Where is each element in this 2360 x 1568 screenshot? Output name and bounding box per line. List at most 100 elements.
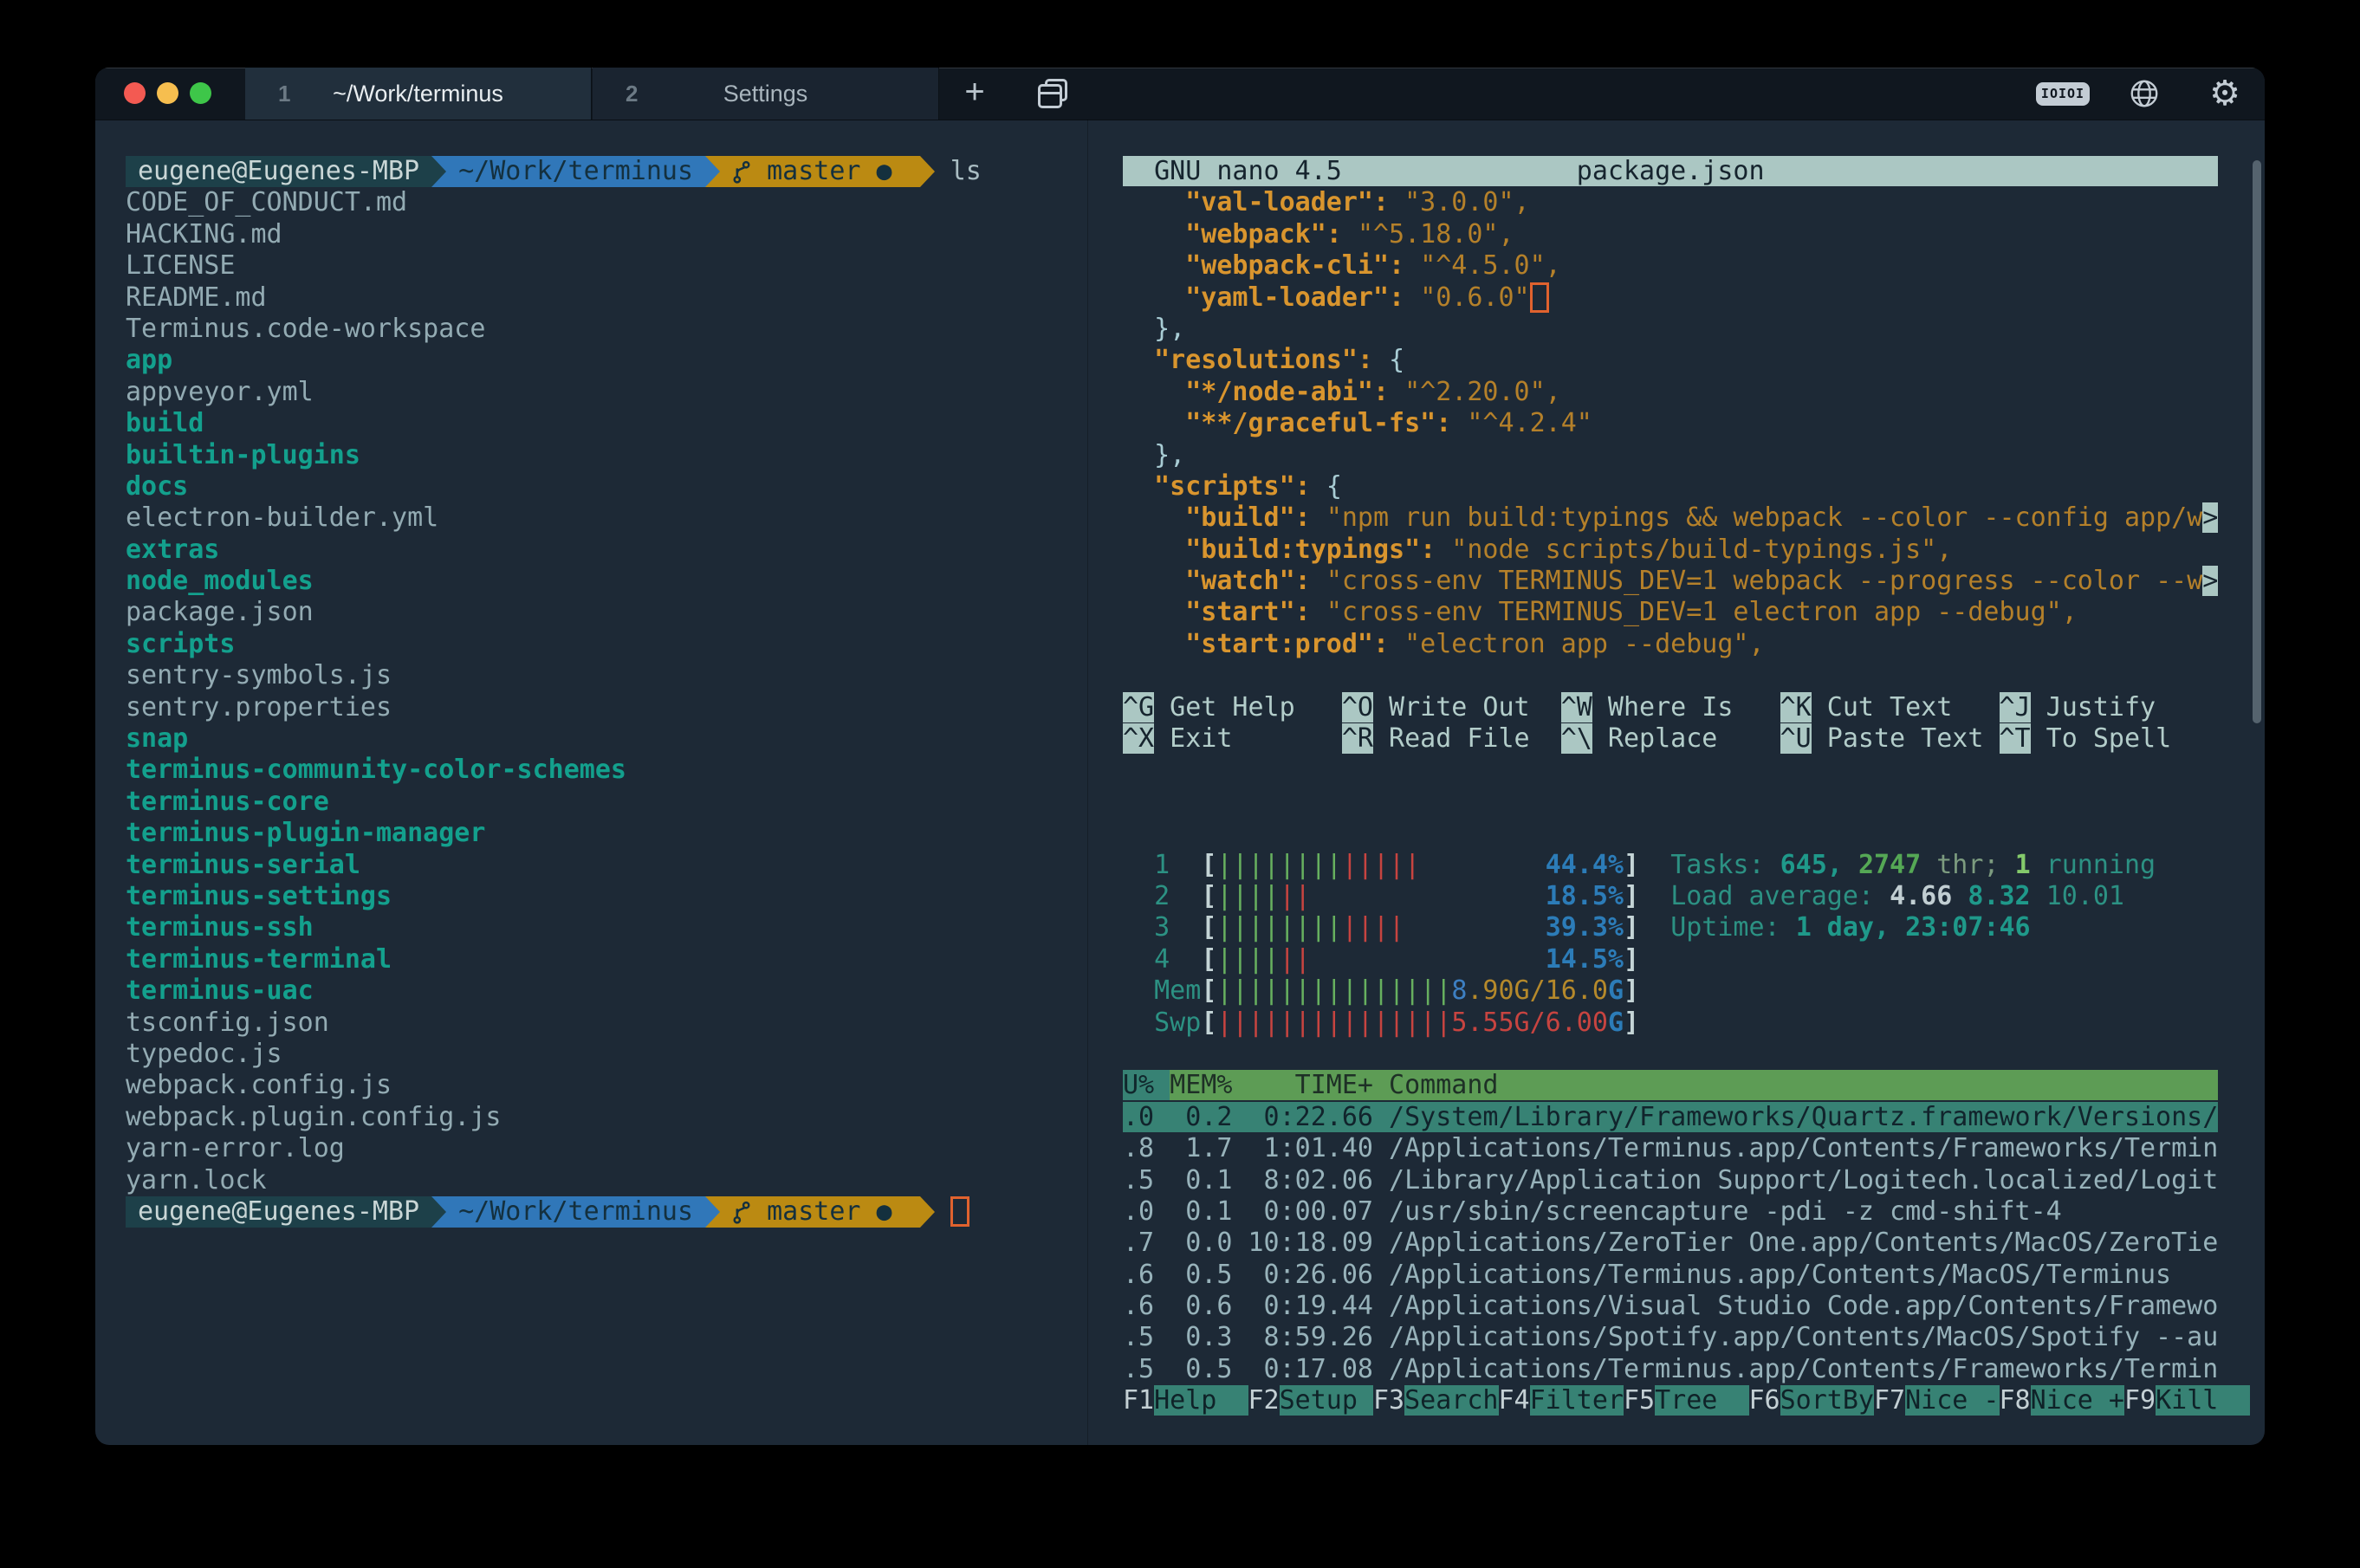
meter-bars: ||: [1280, 881, 1311, 911]
terminal-pane-left[interactable]: eugene@Eugenes-MBP~/Work/terminus master…: [95, 120, 1087, 1445]
nano-line: "resolutions": {: [1123, 345, 2265, 376]
scrollbar[interactable]: [2253, 160, 2261, 723]
file-item: webpack.plugin.config.js: [126, 1102, 1087, 1133]
file-name: terminus-terminal: [126, 944, 392, 975]
code-segment: "0.6.0": [1420, 282, 1529, 313]
fkey-label: Search: [1404, 1385, 1498, 1416]
globe-button[interactable]: [2128, 77, 2161, 110]
zoom-button[interactable]: [190, 82, 211, 104]
git-branch-icon: [732, 159, 751, 185]
tab-work-terminus[interactable]: 1 ~/Work/terminus: [245, 68, 592, 120]
meter-bars: ||||||||: [1216, 912, 1342, 943]
file-item: typedoc.js: [126, 1039, 1087, 1070]
file-name: webpack.plugin.config.js: [126, 1102, 501, 1132]
meter-bracket: ]: [1624, 975, 1639, 1006]
settings-button[interactable]: ⚙: [2206, 71, 2244, 116]
new-tab-button[interactable]: +: [956, 68, 994, 120]
dir-item: builtin-plugins: [126, 440, 1087, 471]
code-segment: [1123, 535, 1185, 565]
nano-line: "val-loader": "3.0.0",: [1123, 187, 2265, 218]
meter-label: Mem: [1123, 975, 1201, 1006]
code-segment: [1123, 566, 1185, 596]
fkey-label: Nice -: [1905, 1385, 1999, 1416]
code-segment: },: [1123, 314, 1185, 344]
nano-shortcut-key: ^K: [1780, 692, 1812, 722]
terminal-pane-right[interactable]: GNU nano 4.5 package.json "val-loader": …: [1087, 120, 2265, 1445]
code-segment: [1123, 502, 1185, 533]
file-item: yarn-error.log: [126, 1133, 1087, 1164]
tab-title: ~/Work/terminus: [245, 68, 591, 120]
code-segment: "val-loader":: [1185, 187, 1404, 217]
file-name: CODE_OF_CONDUCT.md: [126, 187, 407, 217]
code-segment: "yaml-loader":: [1185, 282, 1420, 313]
file-item: yarn.lock: [126, 1165, 1087, 1196]
tab-settings[interactable]: 2 Settings: [593, 68, 939, 120]
file-item: sentry-symbols.js: [126, 660, 1087, 691]
gap: [1639, 850, 1670, 880]
meter-bracket: [: [1201, 881, 1216, 911]
htop-info-segment: 8.32: [1968, 881, 2046, 911]
minimize-button[interactable]: [157, 82, 178, 104]
powerline-arrow: [705, 156, 720, 187]
meter-bars: ||||: [1216, 881, 1279, 911]
file-name: yarn.lock: [126, 1165, 267, 1195]
powerline-arrow: [920, 1196, 935, 1228]
process-row: .6 0.5 0:26.06 /Applications/Terminus.ap…: [1123, 1260, 2265, 1291]
serial-ports-button[interactable]: IOIOI: [2036, 82, 2090, 106]
dir-item: terminus-settings: [126, 881, 1087, 912]
blank-row: [1123, 818, 2265, 849]
code-segment: [1123, 597, 1185, 627]
close-button[interactable]: [124, 82, 146, 104]
nano-line: "watch": "cross-env TERMINUS_DEV=1 webpa…: [1123, 566, 2265, 597]
process-row: .7 0.0 10:18.09 /Applications/ZeroTier O…: [1123, 1228, 2265, 1259]
meter-gap: [1404, 912, 1546, 943]
meter-bracket: ]: [1624, 881, 1639, 911]
file-name: scripts: [126, 629, 235, 659]
code-segment: {: [1389, 345, 1404, 375]
htop-info-segment: Tasks:: [1670, 850, 1780, 880]
file-name: extras: [126, 535, 219, 565]
meter-bars: |||||||||||||||: [1216, 975, 1451, 1006]
nano-titlebar: GNU nano 4.5 package.json: [1123, 156, 2218, 186]
code-segment: "^2.20.0",: [1404, 377, 1561, 407]
titlebar: 1 ~/Work/terminus 2 Settings + IOIOI ⚙: [95, 68, 2265, 120]
prompt-line: eugene@Eugenes-MBP~/Work/terminus master…: [126, 156, 1087, 187]
globe-icon: [2128, 77, 2161, 110]
htop-info-segment: Load average:: [1670, 881, 1890, 911]
code-segment: [1123, 629, 1185, 659]
dir-item: terminus-terminal: [126, 944, 1087, 975]
blank-row: [1123, 660, 2265, 691]
process-text: .6 0.5 0:26.06 /Applications/Terminus.ap…: [1123, 1260, 2171, 1290]
nano-line: "start:prod": "electron app --debug",: [1123, 629, 2265, 660]
meter-value: 18.5%: [1546, 881, 1624, 911]
file-name: LICENSE: [126, 250, 235, 281]
code-segment: "start:prod":: [1185, 629, 1404, 659]
fkey-number: F9: [2124, 1385, 2156, 1416]
fkey-label: Kill: [2156, 1385, 2249, 1416]
dir-item: node_modules: [126, 566, 1087, 597]
powerline-arrow: [431, 156, 446, 187]
file-item: appveyor.yml: [126, 377, 1087, 408]
meter-value: 8: [1451, 975, 1467, 1006]
nano-shortcut-label: Get Help: [1154, 692, 1342, 722]
file-name: appveyor.yml: [126, 377, 314, 407]
code-segment: [1123, 408, 1185, 438]
meter-bars: ||||||||: [1216, 850, 1342, 880]
htop-meter-row: 2 [|||||| 18.5%] Load average: 4.66 8.32…: [1123, 881, 2265, 912]
htop-info-segment: 645,: [1780, 850, 1858, 880]
windows-stack-icon[interactable]: [1038, 79, 1067, 108]
nano-shortcut-label: Exit: [1154, 723, 1342, 754]
file-name: terminus-serial: [126, 850, 360, 880]
nano-line: "**/graceful-fs": "^4.2.4": [1123, 408, 2265, 439]
meter-bracket: ]: [1624, 1008, 1639, 1038]
code-segment: "webpack-cli":: [1185, 250, 1420, 281]
fkey-label: Tree: [1655, 1385, 1748, 1416]
code-segment: "^4.2.4": [1467, 408, 1592, 438]
blank-row: [1123, 755, 2265, 786]
dir-item: terminus-core: [126, 787, 1087, 818]
dir-item: snap: [126, 723, 1087, 755]
htop-info-segment: 4.66: [1890, 881, 1968, 911]
fkey-number: F4: [1499, 1385, 1530, 1416]
file-name: tsconfig.json: [126, 1008, 329, 1038]
process-text: .5 0.3 8:59.26 /Applications/Spotify.app…: [1123, 1322, 2218, 1352]
